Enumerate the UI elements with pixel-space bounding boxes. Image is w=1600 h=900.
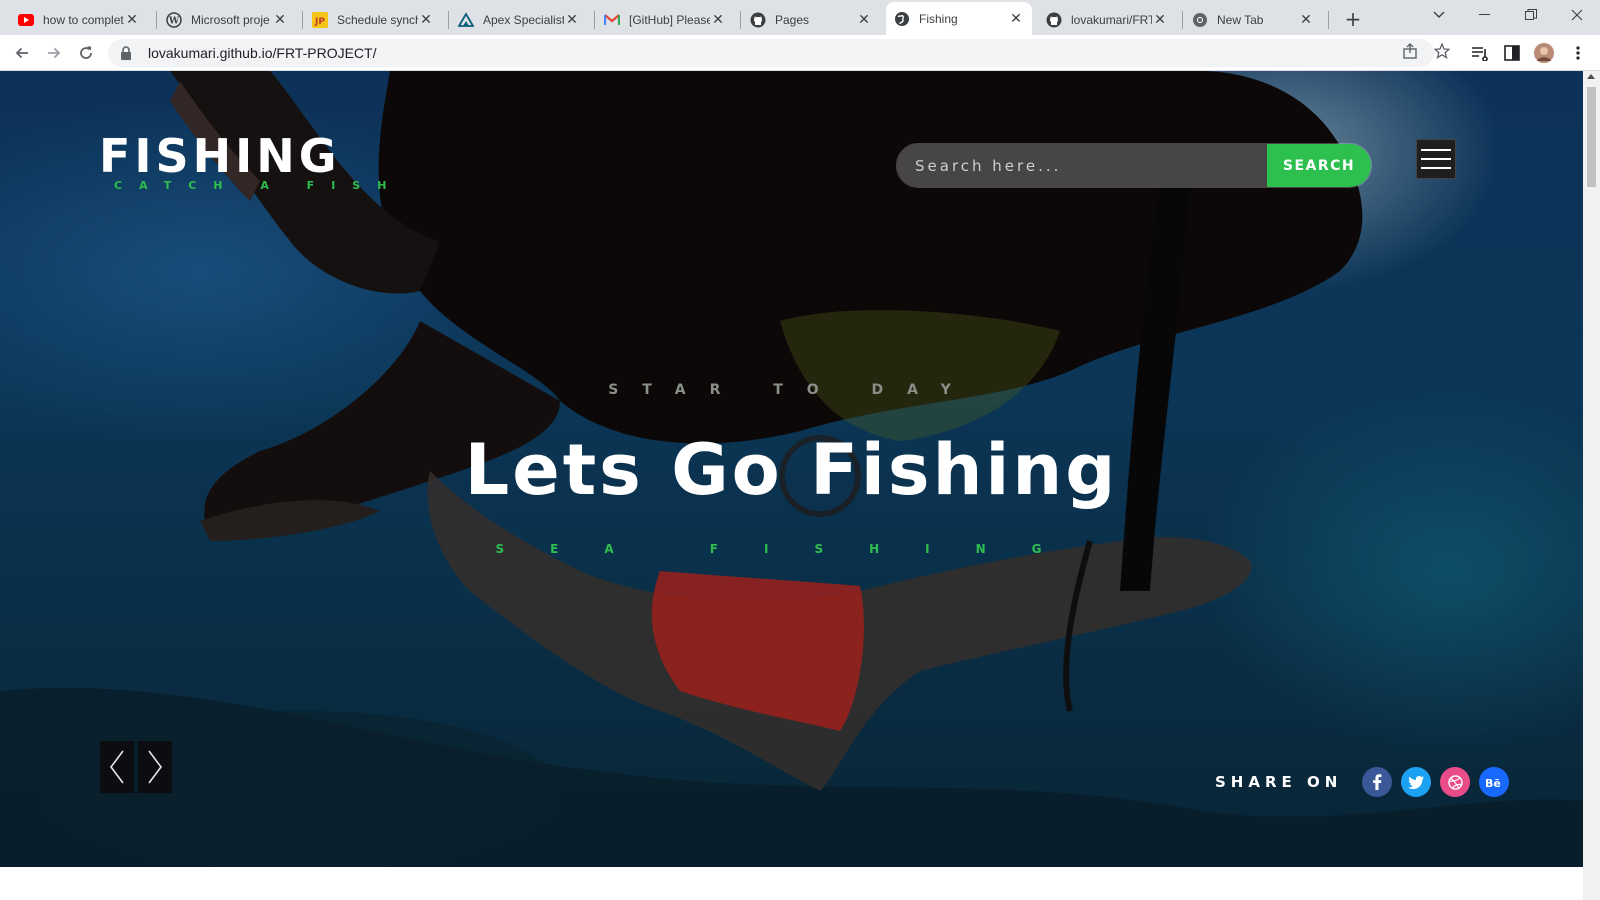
twitter-icon[interactable] xyxy=(1401,767,1432,797)
logo-name: FISHING xyxy=(99,129,341,183)
scrollbar-thumb[interactable] xyxy=(1587,87,1596,187)
tab-title: Fishing xyxy=(919,11,958,26)
hero-subline: SEA FISHING xyxy=(495,542,1088,556)
tab-lovakumari-frt[interactable]: lovakumari/FRT ✕ xyxy=(1038,4,1176,35)
tab-close-icon[interactable]: ✕ xyxy=(1152,12,1168,28)
svg-text:JP: JP xyxy=(314,17,325,27)
tab-title: [GitHub] Please xyxy=(629,12,710,27)
share-page-icon[interactable] xyxy=(1400,41,1420,61)
hero-headline: Lets Go Fishing xyxy=(464,429,1119,511)
search-input[interactable] xyxy=(897,144,1267,187)
logo-tagline: CATCH A FISH xyxy=(114,179,404,192)
address-bar[interactable]: lovakumari.github.io/FRT-PROJECT/ xyxy=(108,39,1434,67)
prev-slide-button[interactable] xyxy=(100,741,134,793)
tab-title: Microsoft proje xyxy=(191,12,270,27)
tab-github-please[interactable]: [GitHub] Please ✕ xyxy=(596,4,734,35)
svg-text:W: W xyxy=(168,16,180,26)
behance-icon[interactable]: Bē xyxy=(1479,767,1510,797)
tab-close-icon[interactable]: ✕ xyxy=(124,12,140,28)
share-label: SHARE ON xyxy=(1215,773,1343,791)
github-icon xyxy=(1046,12,1062,28)
tab-microsoft-project[interactable]: W Microsoft proje ✕ xyxy=(158,4,296,35)
tab-pages[interactable]: Pages ✕ xyxy=(742,4,880,35)
tab-title: Pages xyxy=(775,12,810,27)
side-panel-icon[interactable] xyxy=(1502,43,1522,63)
hero-eyebrow: STAR TO DAY xyxy=(608,382,975,398)
bookmark-star-icon[interactable] xyxy=(1432,41,1452,61)
tab-close-icon[interactable]: ✕ xyxy=(856,12,872,28)
reading-list-icon[interactable] xyxy=(1470,43,1490,63)
restore-button[interactable] xyxy=(1508,0,1554,30)
more-menu-icon[interactable] xyxy=(1568,43,1588,63)
tab-close-icon[interactable]: ✕ xyxy=(272,12,288,28)
minimize-button[interactable] xyxy=(1462,0,1508,30)
tab-fishing[interactable]: Fishing ✕ xyxy=(886,2,1032,35)
back-button[interactable] xyxy=(8,39,36,67)
page-scrollbar[interactable] xyxy=(1583,71,1600,900)
hero-banner: FISHING CATCH A FISH SEARCH STAR TO DAY … xyxy=(0,71,1583,867)
lock-icon[interactable] xyxy=(120,45,136,61)
tab-close-icon[interactable]: ✕ xyxy=(564,12,580,28)
chrome-icon xyxy=(1192,12,1208,28)
tab-schedule-sync[interactable]: JP Schedule synch ✕ xyxy=(304,4,442,35)
chevron-right-icon xyxy=(148,750,162,784)
tab-close-icon[interactable]: ✕ xyxy=(418,12,434,28)
youtube-icon xyxy=(18,12,34,28)
tab-new-tab[interactable]: New Tab ✕ xyxy=(1184,4,1322,35)
url-text: lovakumari.github.io/FRT-PROJECT/ xyxy=(148,45,377,61)
slider-controls xyxy=(100,741,172,793)
tab-title: Apex Specialist xyxy=(483,12,564,27)
dribbble-icon[interactable] xyxy=(1440,767,1471,797)
avatar[interactable] xyxy=(1534,43,1554,63)
tab-apex-specialist[interactable]: Apex Specialist ✕ xyxy=(450,4,588,35)
next-slide-button[interactable] xyxy=(138,741,172,793)
tab-close-icon[interactable]: ✕ xyxy=(1298,12,1314,28)
tab-search-chevron-icon[interactable] xyxy=(1416,0,1462,30)
scroll-up-arrow-icon[interactable] xyxy=(1587,74,1595,79)
svg-text:Bē: Bē xyxy=(1485,777,1501,788)
reload-button[interactable] xyxy=(72,39,100,67)
wordpress-icon: W xyxy=(166,11,182,28)
tab-title: lovakumari/FRT xyxy=(1071,12,1152,27)
search-form: SEARCH xyxy=(896,143,1372,188)
search-button[interactable]: SEARCH xyxy=(1267,144,1371,187)
tab-title: New Tab xyxy=(1217,12,1264,27)
github-icon xyxy=(750,12,766,28)
close-window-button[interactable] xyxy=(1554,0,1600,30)
new-tab-button[interactable]: + xyxy=(1340,6,1366,32)
forward-button[interactable] xyxy=(40,39,68,67)
tab-close-icon[interactable]: ✕ xyxy=(710,12,726,28)
jp-icon: JP xyxy=(312,11,328,28)
gmail-icon xyxy=(604,12,620,28)
browser-toolbar: lovakumari.github.io/FRT-PROJECT/ xyxy=(0,35,1600,71)
tab-youtube[interactable]: how to complet ✕ xyxy=(10,4,148,35)
facebook-icon[interactable] xyxy=(1362,767,1393,797)
globe-icon xyxy=(894,11,910,27)
tab-title: how to complet xyxy=(43,12,124,27)
tab-close-icon[interactable]: ✕ xyxy=(1008,11,1024,27)
browser-tab-bar: how to complet ✕ W Microsoft proje ✕ JP … xyxy=(0,0,1600,35)
chevron-left-icon xyxy=(110,750,124,784)
page-viewport: FISHING CATCH A FISH SEARCH STAR TO DAY … xyxy=(0,71,1583,900)
hamburger-menu-icon[interactable] xyxy=(1416,139,1456,179)
tab-title: Schedule synch xyxy=(337,12,418,27)
site-logo[interactable]: FISHING CATCH A FISH xyxy=(99,133,403,192)
trailhead-icon xyxy=(458,11,474,28)
share-bar: SHARE ON Bē xyxy=(1215,767,1518,797)
page-content-below-hero xyxy=(0,867,1583,900)
